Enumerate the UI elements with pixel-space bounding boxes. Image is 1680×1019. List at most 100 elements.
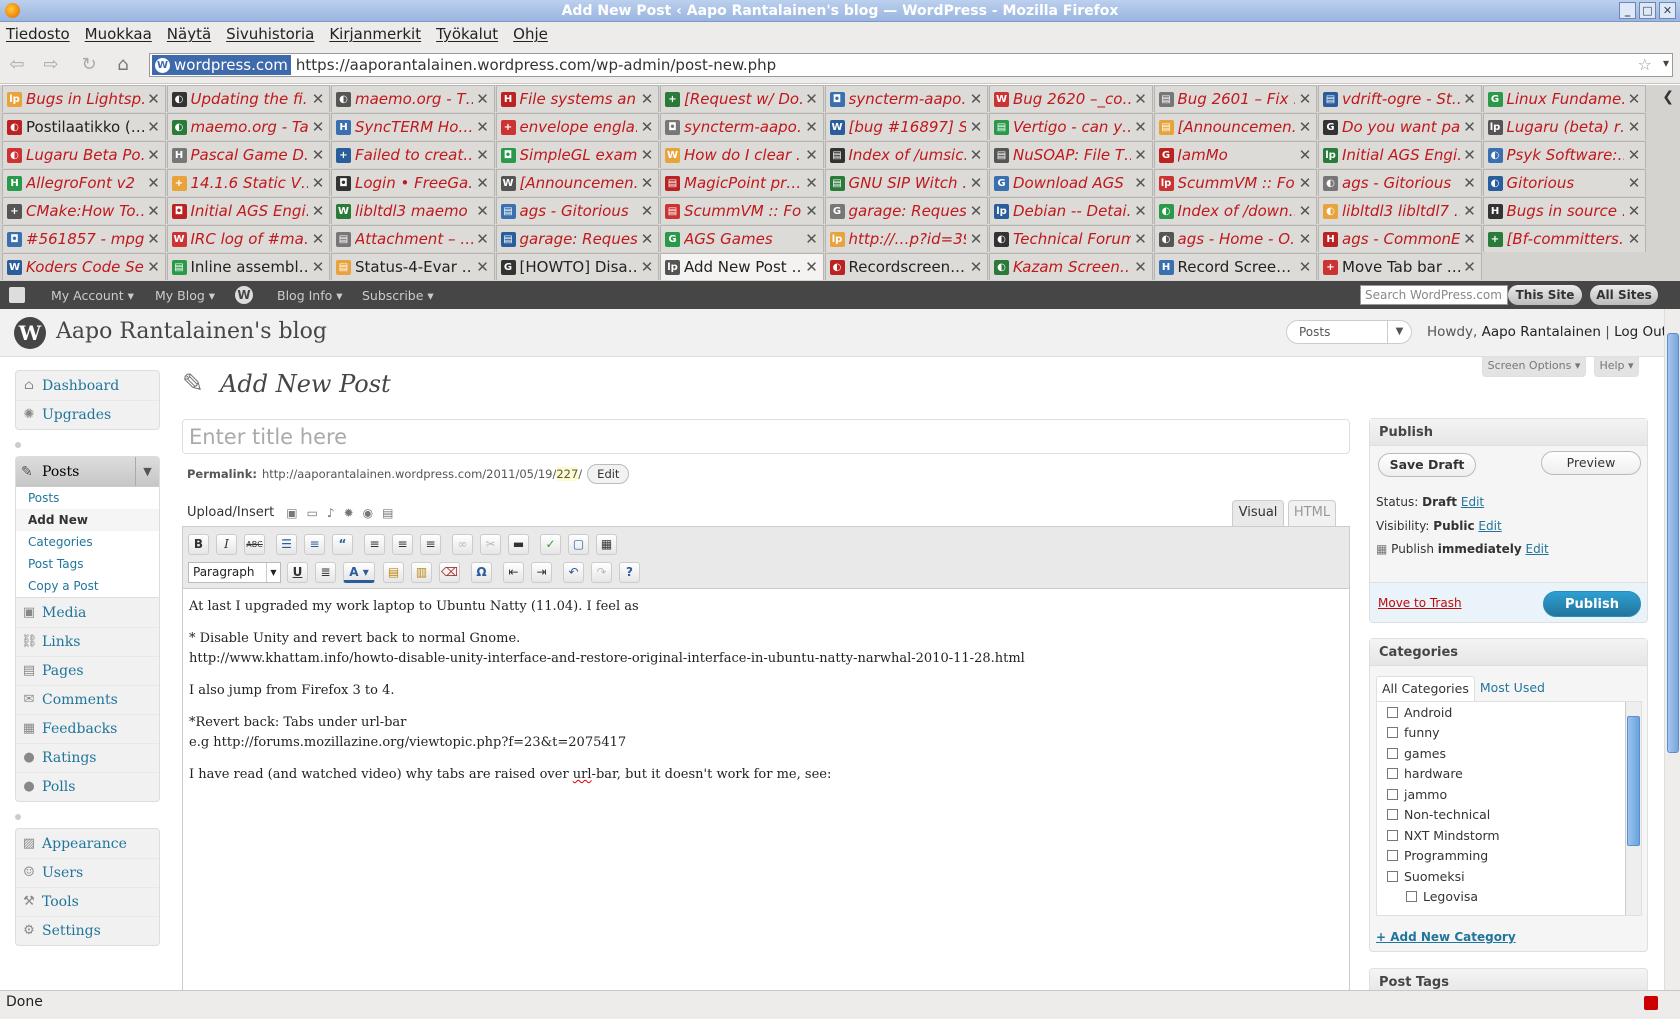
close-tab-icon[interactable]: ✕	[1463, 146, 1477, 164]
browser-tab[interactable]: ◐ libltdl3 libltdl7 … ✕	[1318, 197, 1482, 224]
browser-tab[interactable]: ▤ Status-4-Evar … ✕	[331, 253, 495, 280]
sidebar-item-posts[interactable]: ✎ Posts ▼	[16, 457, 159, 486]
category-item[interactable]: NXT Mindstorm	[1377, 825, 1641, 846]
close-tab-icon[interactable]: ✕	[805, 258, 819, 276]
close-tab-icon[interactable]: ✕	[1134, 174, 1148, 192]
close-tab-icon[interactable]: ✕	[476, 118, 490, 136]
strikethrough-icon[interactable]: ABC	[244, 534, 265, 555]
close-tab-icon[interactable]: ✕	[640, 118, 654, 136]
browser-tab[interactable]: ▤ [Announcemen… ✕	[1153, 113, 1317, 140]
browser-tab[interactable]: W Bug 2620 –_co… ✕	[989, 85, 1153, 112]
addon-icon[interactable]	[1644, 996, 1658, 1010]
close-tab-icon[interactable]: ✕	[640, 174, 654, 192]
close-tab-icon[interactable]: ✕	[1627, 230, 1641, 248]
browser-tab[interactable]: ▤ NuSOAP: File T… ✕	[989, 141, 1153, 168]
category-item[interactable]: jammo	[1377, 784, 1641, 805]
wpcom-search-input[interactable]: Search WordPress.com	[1360, 285, 1508, 305]
redo-icon[interactable]: ↷	[591, 562, 612, 583]
close-tab-icon[interactable]: ✕	[805, 118, 819, 136]
checkbox[interactable]	[1387, 809, 1398, 821]
browser-tab[interactable]: ◐ Updating the fi… ✕	[166, 85, 330, 112]
blavatar-icon[interactable]	[9, 287, 25, 303]
tab-html[interactable]: HTML	[1288, 500, 1336, 526]
visibility-edit-link[interactable]: Edit	[1478, 519, 1501, 533]
align-left-icon[interactable]: ≡	[364, 534, 385, 555]
browser-tab[interactable]: G AGS Games ✕	[660, 225, 824, 252]
menu-kirjanmerkit[interactable]: Kirjanmerkit	[329, 25, 421, 43]
checkbox[interactable]	[1387, 747, 1398, 759]
browser-tab[interactable]: ▤garage: Reques…✕	[495, 225, 659, 252]
browser-tab[interactable]: ▤ vdrift-ogre - St… ✕	[1318, 85, 1482, 112]
fullscreen-icon[interactable]: ▢	[568, 534, 589, 555]
browser-tab[interactable]: ◐ maemo.org - T… ✕	[331, 85, 495, 112]
add-new-category-link[interactable]: + Add New Category	[1376, 930, 1516, 944]
format-select[interactable]: Paragraph ▼	[188, 562, 281, 583]
category-item[interactable]: Suomeksi	[1377, 866, 1641, 887]
close-tab-icon[interactable]: ✕	[640, 146, 654, 164]
close-tab-icon[interactable]: ✕	[311, 258, 325, 276]
close-tab-icon[interactable]: ✕	[311, 230, 325, 248]
browser-tab[interactable]: W [Announcemen… ✕	[495, 169, 659, 196]
browser-tab[interactable]: ◐ Gitorious ✕	[1482, 169, 1646, 196]
browser-tab[interactable]: G [HOWTO] Disa… ✕	[495, 253, 659, 280]
close-tab-icon[interactable]: ✕	[147, 202, 161, 220]
scrollbar-thumb[interactable]	[1627, 716, 1640, 846]
close-tab-icon[interactable]: ✕	[969, 146, 983, 164]
close-tab-icon[interactable]: ✕	[147, 146, 161, 164]
close-tab-icon[interactable]: ✕	[1298, 118, 1312, 136]
outdent-icon[interactable]: ⇤	[503, 562, 524, 583]
post-title-input[interactable]: Enter title here	[182, 419, 1350, 454]
close-tab-icon[interactable]: ✕	[805, 202, 819, 220]
browser-tab[interactable]: + envelope engla… ✕	[495, 113, 659, 140]
menu-sivuhistoria[interactable]: Sivuhistoria	[226, 25, 314, 43]
close-tab-icon[interactable]: ✕	[1463, 90, 1477, 108]
browser-tab[interactable]: ▤ Vertigo - can y… ✕	[989, 113, 1153, 140]
browser-tab[interactable]: W[bug #16897] S…✕	[824, 113, 988, 140]
close-tab-icon[interactable]: ✕	[805, 146, 819, 164]
close-tab-icon[interactable]: ✕	[147, 174, 161, 192]
spellcheck-icon[interactable]: ✓	[540, 534, 561, 555]
permalink-slug[interactable]: 227	[556, 467, 579, 481]
close-tab-icon[interactable]: ✕	[311, 118, 325, 136]
browser-tab[interactable]: + Failed to creat… ✕	[331, 141, 495, 168]
browser-tab[interactable]: lpScummVM :: Fo…✕	[1153, 169, 1317, 196]
categories-box-title[interactable]: Categories	[1370, 639, 1647, 666]
justify-icon[interactable]: ≣	[315, 562, 336, 583]
home-icon[interactable]: ⌂	[112, 54, 134, 76]
page-scrollbar[interactable]	[1664, 309, 1680, 990]
sidebar-item-pages[interactable]: ▤ Pages	[16, 656, 159, 685]
maximize-button[interactable]: □	[1639, 2, 1656, 19]
close-tab-icon[interactable]: ✕	[311, 146, 325, 164]
browser-tab[interactable]: ▤Bug 2601 – Fix …✕	[1153, 85, 1317, 112]
browser-tab[interactable]: H Pascal Game D… ✕	[166, 141, 330, 168]
close-tab-icon[interactable]: ✕	[1298, 202, 1312, 220]
close-tab-icon[interactable]: ✕	[311, 90, 325, 108]
paste-word-icon[interactable]: ▥	[411, 562, 432, 583]
close-tab-icon[interactable]: ✕	[147, 118, 161, 136]
checkbox[interactable]	[1387, 870, 1398, 882]
category-item[interactable]: Programming	[1377, 846, 1641, 867]
submenu-posts[interactable]: Posts	[16, 487, 159, 509]
add-form-icon[interactable]: ▤	[382, 506, 393, 520]
browser-tab[interactable]: + CMake:How To… ✕	[2, 197, 166, 224]
browser-tab[interactable]: ◐ Technical Forum ✕	[989, 225, 1153, 252]
browser-tab[interactable]: ▤ Index of /umsic… ✕	[824, 141, 988, 168]
wordpress-logo-icon[interactable]: W	[235, 286, 253, 304]
close-tab-icon[interactable]: ✕	[640, 90, 654, 108]
sidebar-item-appearance[interactable]: ▨ Appearance	[16, 829, 159, 858]
close-tab-icon[interactable]: ✕	[476, 90, 490, 108]
sidebar-item-settings[interactable]: ⚙ Settings	[16, 916, 159, 945]
site-identity-button[interactable]: Wwordpress.com	[152, 55, 291, 75]
browser-tab[interactable]: + Move Tab bar … ✕	[1318, 253, 1482, 280]
text-color-icon[interactable]: A ▾	[343, 562, 375, 583]
browser-tab[interactable]: ◘ Initial AGS Engi… ✕	[166, 197, 330, 224]
save-draft-button[interactable]: Save Draft	[1378, 453, 1476, 477]
close-tab-icon[interactable]: ✕	[1463, 202, 1477, 220]
browser-tab[interactable]: W How do I clear … ✕	[660, 141, 824, 168]
close-tab-icon[interactable]: ✕	[969, 118, 983, 136]
align-center-icon[interactable]: ≡	[392, 534, 413, 555]
browser-tab[interactable]: ◐ Kazam Screen… ✕	[989, 253, 1153, 280]
close-tab-icon[interactable]: ✕	[1627, 146, 1641, 164]
close-tab-icon[interactable]: ✕	[1463, 174, 1477, 192]
browser-tab[interactable]: lp Lugaru (beta) r… ✕	[1482, 113, 1646, 140]
